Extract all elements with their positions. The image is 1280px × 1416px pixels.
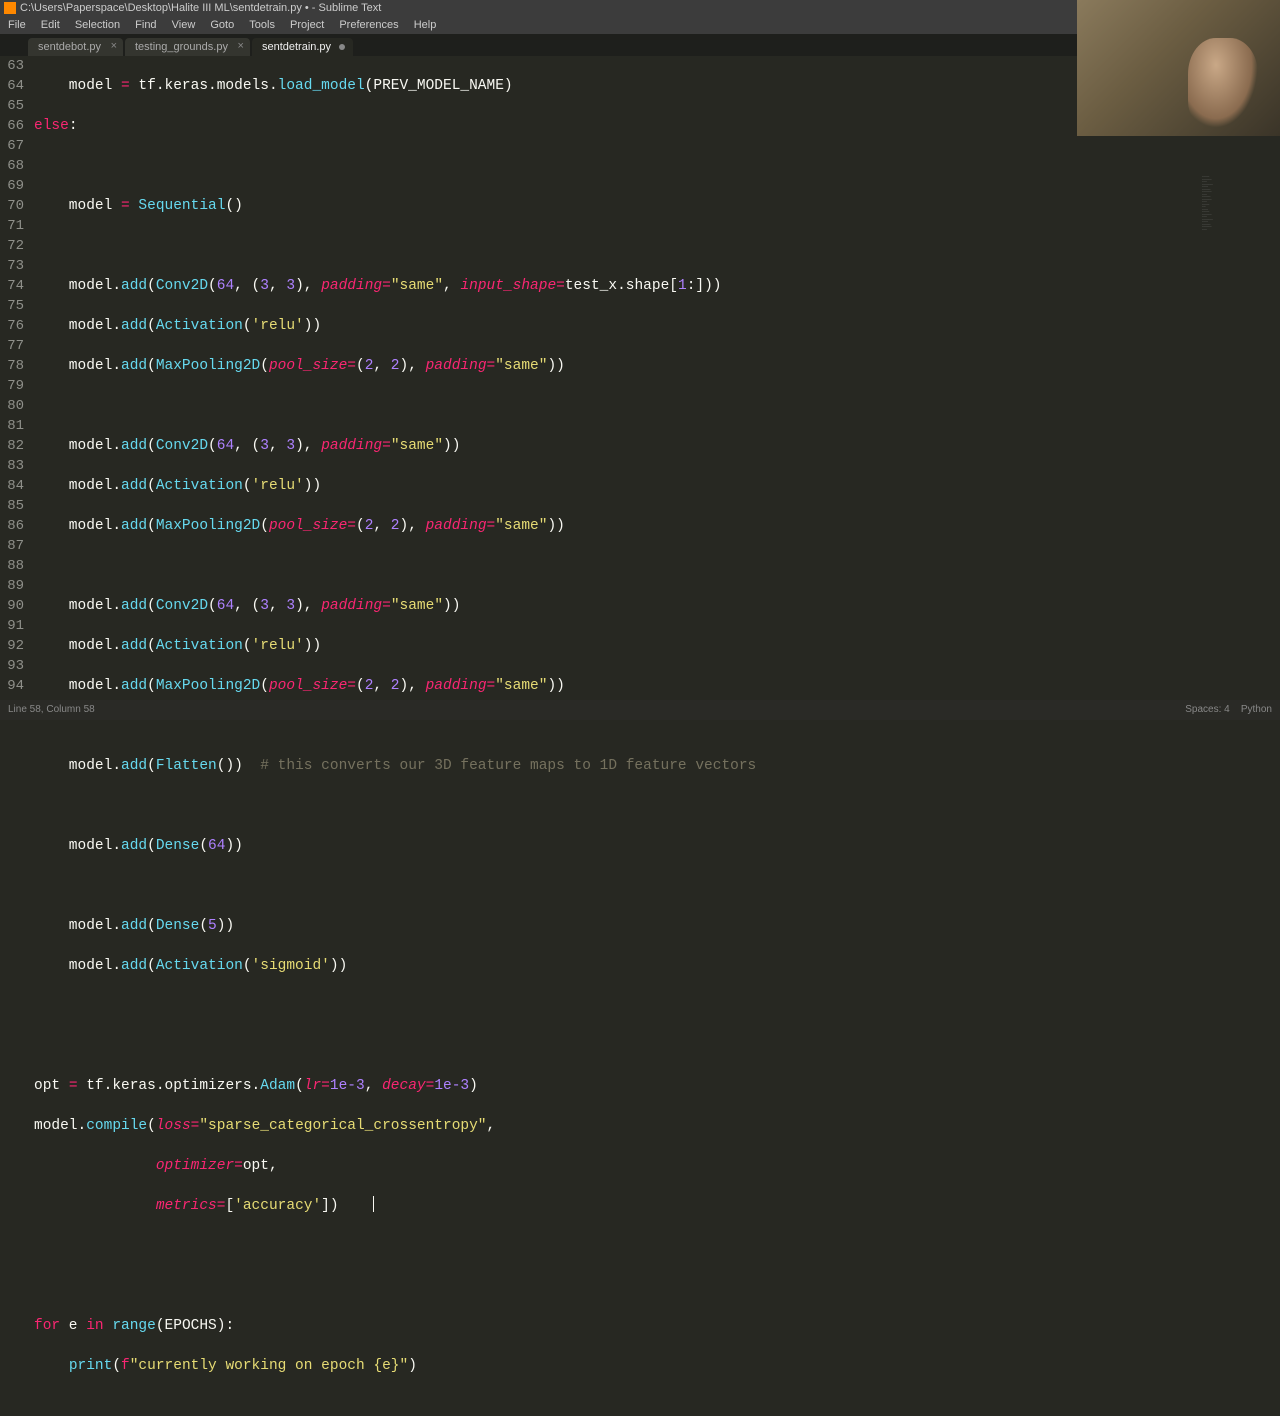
menu-find[interactable]: Find bbox=[129, 19, 162, 31]
editor-area[interactable]: 6364656667686970717273747576777879808182… bbox=[0, 56, 1280, 702]
line-number: 67 bbox=[4, 136, 24, 156]
line-number: 68 bbox=[4, 156, 24, 176]
line-number: 73 bbox=[4, 256, 24, 276]
tab-label: sentdetrain.py bbox=[262, 41, 331, 53]
line-number: 90 bbox=[4, 596, 24, 616]
line-number: 74 bbox=[4, 276, 24, 296]
line-number: 72 bbox=[4, 236, 24, 256]
line-number: 92 bbox=[4, 636, 24, 656]
menu-selection[interactable]: Selection bbox=[69, 19, 126, 31]
line-number: 66 bbox=[4, 116, 24, 136]
close-icon[interactable]: × bbox=[238, 40, 244, 52]
line-number: 77 bbox=[4, 336, 24, 356]
webcam-overlay bbox=[1077, 0, 1280, 136]
menu-help[interactable]: Help bbox=[408, 19, 443, 31]
line-number: 93 bbox=[4, 656, 24, 676]
line-number: 65 bbox=[4, 96, 24, 116]
status-line-col[interactable]: Line 58, Column 58 bbox=[8, 700, 95, 720]
line-number: 82 bbox=[4, 436, 24, 456]
menu-goto[interactable]: Goto bbox=[204, 19, 240, 31]
line-number: 94 bbox=[4, 676, 24, 696]
line-number: 76 bbox=[4, 316, 24, 336]
code-content[interactable]: model = tf.keras.models.load_model(PREV_… bbox=[32, 56, 1280, 702]
status-syntax[interactable]: Python bbox=[1241, 704, 1272, 715]
minimap[interactable]: ▬▬▬▬▬▬▬▬▬▬▬▬▬▬▬▬▬▬▬▬▬▬▬▬▬▬▬▬▬▬▬▬▬▬▬▬▬▬▬▬… bbox=[1198, 56, 1280, 702]
close-icon[interactable]: × bbox=[111, 40, 117, 52]
line-number: 89 bbox=[4, 576, 24, 596]
line-number: 81 bbox=[4, 416, 24, 436]
line-number: 70 bbox=[4, 196, 24, 216]
menu-view[interactable]: View bbox=[166, 19, 202, 31]
menu-file[interactable]: File bbox=[2, 19, 32, 31]
line-number: 64 bbox=[4, 76, 24, 96]
line-number: 80 bbox=[4, 396, 24, 416]
status-bar: Line 58, Column 58 Spaces: 4 Python bbox=[0, 700, 1280, 720]
menu-edit[interactable]: Edit bbox=[35, 19, 66, 31]
line-number: 78 bbox=[4, 356, 24, 376]
line-number: 79 bbox=[4, 376, 24, 396]
line-number: 86 bbox=[4, 516, 24, 536]
line-number: 83 bbox=[4, 456, 24, 476]
menu-tools[interactable]: Tools bbox=[243, 19, 281, 31]
status-spaces[interactable]: Spaces: 4 bbox=[1185, 704, 1229, 715]
menu-preferences[interactable]: Preferences bbox=[333, 19, 404, 31]
tab-label: testing_grounds.py bbox=[135, 41, 228, 53]
line-number: 84 bbox=[4, 476, 24, 496]
window-title: C:\Users\Paperspace\Desktop\Halite III M… bbox=[20, 0, 381, 16]
line-number: 71 bbox=[4, 216, 24, 236]
menu-project[interactable]: Project bbox=[284, 19, 330, 31]
tab-label: sentdebot.py bbox=[38, 41, 101, 53]
line-number: 63 bbox=[4, 56, 24, 76]
unsaved-dot-icon bbox=[339, 44, 345, 50]
line-number: 88 bbox=[4, 556, 24, 576]
line-number: 75 bbox=[4, 296, 24, 316]
text-cursor-icon bbox=[373, 1196, 374, 1212]
tab-testing-grounds[interactable]: testing_grounds.py × bbox=[125, 38, 250, 56]
line-number: 69 bbox=[4, 176, 24, 196]
line-number: 85 bbox=[4, 496, 24, 516]
tab-sentdebot[interactable]: sentdebot.py × bbox=[28, 38, 123, 56]
app-icon bbox=[4, 2, 16, 14]
tab-sentdetrain[interactable]: sentdetrain.py bbox=[252, 38, 353, 56]
line-number: 87 bbox=[4, 536, 24, 556]
line-number: 91 bbox=[4, 616, 24, 636]
line-number-gutter: 6364656667686970717273747576777879808182… bbox=[0, 56, 32, 702]
